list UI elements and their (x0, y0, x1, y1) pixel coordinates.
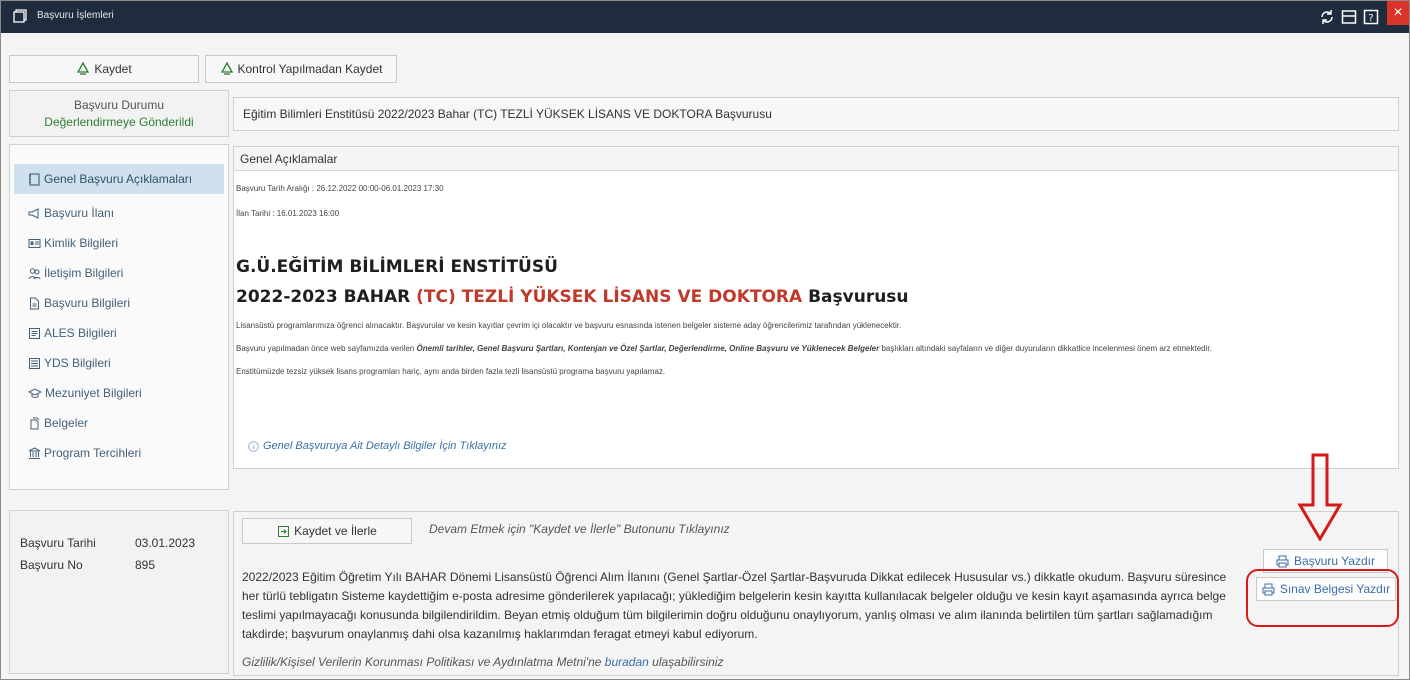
save-without-check-label: Kontrol Yapılmadan Kaydet (237, 62, 383, 76)
detail-info-link-label: Genel Başvuruya Ait Detaylı Bilgiler İçi… (263, 440, 507, 452)
sidebar-item-kimlik-bilgileri[interactable]: Kimlik Bilgileri (10, 228, 228, 258)
sidebar-item-label: Başvuru İlanı (44, 206, 115, 220)
application-no-value: 895 (135, 558, 156, 572)
save-and-continue-button[interactable]: Kaydet ve İlerle (242, 518, 412, 544)
title-bar: Başvuru İşlemleri ? × (1, 1, 1409, 33)
save-next-icon (278, 525, 290, 537)
status-value: Değerlendirmeye Gönderildi (44, 115, 194, 129)
document-icon (30, 297, 39, 309)
page-title: Eğitim Bilimleri Enstitüsü 2022/2023 Bah… (233, 97, 1399, 131)
sidebar-nav: Genel Başvuru Açıklamaları Başvuru İlanı… (9, 144, 229, 490)
sidebar-item-label: ALES Bilgileri (44, 326, 117, 340)
application-no-label: Başvuru No (20, 558, 83, 572)
sidebar-item-label: Başvuru Bilgileri (44, 296, 131, 310)
printer-icon (1276, 555, 1289, 567)
save-button[interactable]: Kaydet (9, 55, 199, 83)
application-date-value: 03.01.2023 (135, 536, 196, 550)
sidebar-item-genel-basvuru-aciklamalari[interactable]: Genel Başvuru Açıklamaları (14, 164, 224, 194)
program-heading-part2: (TC) TEZLİ YÜKSEK LİSANS VE DOKTORA (416, 287, 803, 307)
sidebar-item-label: Belgeler (44, 416, 89, 430)
privacy-link[interactable]: buradan (605, 655, 649, 669)
application-date-label: Başvuru Tarihi (20, 536, 96, 550)
sidebar-item-ales-bilgileri[interactable]: ALES Bilgileri (10, 318, 228, 348)
application-date-row: Başvuru Tarihi 03.01.2023 (20, 536, 220, 550)
program-heading-part1: 2022-2023 BAHAR (236, 287, 417, 307)
sidebar-item-basvuru-ilani[interactable]: Başvuru İlanı (10, 198, 228, 228)
annotation-highlight (1246, 569, 1399, 627)
status-title: Başvuru Durumu (73, 98, 165, 112)
sidebar-item-label: Program Tercihleri (44, 446, 142, 460)
megaphone-icon (28, 207, 39, 219)
program-heading: 2022-2023 BAHAR (TC) TEZLİ YÜKSEK LİSANS… (236, 287, 909, 307)
notebook-icon (29, 173, 40, 185)
window-icon (13, 9, 27, 23)
sidebar-item-label: YDS Bilgileri (44, 356, 111, 370)
info-icon (248, 440, 259, 452)
declaration-text: 2022/2023 Eğitim Öğretim Yılı BAHAR Döne… (242, 570, 1227, 641)
sidebar-item-iletisim-bilgileri[interactable]: İletişim Bilgileri (10, 258, 228, 288)
save-and-continue-label: Kaydet ve İlerle (294, 524, 377, 538)
institution-icon (28, 446, 41, 459)
form-icon (29, 327, 40, 339)
sidebar-item-mezuniyet-bilgileri[interactable]: Mezuniyet Bilgileri (10, 378, 228, 408)
program-heading-part3: Başvurusu (802, 287, 909, 307)
confirmation-panel: Kaydet ve İlerle Devam Etmek için "Kayde… (233, 511, 1399, 676)
application-info-box: Başvuru Tarihi 03.01.2023 Başvuru No 895 (9, 510, 229, 674)
panel-header: Genel Açıklamalar (234, 147, 1398, 171)
sidebar-item-basvuru-bilgileri[interactable]: Başvuru Bilgileri (10, 288, 228, 318)
general-descriptions-panel: Genel Açıklamalar Başvuru Tarih Aralığı … (233, 146, 1399, 469)
sidebar-item-label: Mezuniyet Bilgileri (45, 386, 142, 400)
list-icon (29, 357, 40, 369)
application-no-row: Başvuru No 895 (20, 558, 220, 572)
privacy-text: Gizlilik/Kişisel Verilerin Korunması Pol… (242, 655, 724, 669)
sidebar-item-program-tercihleri[interactable]: Program Tercihleri (10, 438, 228, 468)
application-window: Başvuru İşlemleri ? × Kaydet Kontrol Yap… (0, 0, 1410, 680)
detail-info-link[interactable]: Genel Başvuruya Ait Detaylı Bilgiler İçi… (248, 440, 507, 452)
description-line-2b: Önemli tarihler, Genel Başvuru Şartları,… (416, 344, 880, 353)
recycle-icon (220, 62, 233, 75)
announcement-date: İlan Tarihi : 16.01.2023 16:00 (236, 209, 340, 218)
sidebar-item-belgeler[interactable]: Belgeler (10, 408, 228, 438)
privacy-text-a: Gizlilik/Kişisel Verilerin Korunması Pol… (242, 655, 605, 669)
description-line-1: Lisansüstü programlarımıza öğrenci alına… (236, 321, 902, 330)
institute-heading: G.Ü.EĞİTİM BİLİMLERİ ENSTİTÜSÜ (236, 257, 558, 277)
recycle-icon (77, 62, 90, 75)
maximize-icon[interactable] (1339, 7, 1359, 27)
description-line-2: Başvuru yapılmadan önce web sayfamızda v… (236, 344, 1212, 353)
window-title: Başvuru İşlemleri (37, 10, 114, 21)
save-without-check-button[interactable]: Kontrol Yapılmadan Kaydet (205, 55, 397, 83)
save-button-label: Kaydet (94, 62, 132, 76)
description-line-2a: Başvuru yapılmadan önce web sayfamızda v… (236, 344, 417, 353)
application-date-range: Başvuru Tarih Aralığı : 26.12.2022 00:00… (236, 184, 444, 193)
help-icon[interactable]: ? (1361, 7, 1381, 27)
sidebar-item-label: İletişim Bilgileri (44, 266, 124, 280)
privacy-text-b: ulaşabilirsiniz (648, 655, 724, 669)
files-icon (30, 417, 40, 429)
id-card-icon (28, 238, 41, 248)
contacts-icon (28, 267, 41, 279)
svg-text:?: ? (1368, 13, 1373, 24)
annotation-arrow-icon (1297, 453, 1343, 541)
description-line-3: Enstitümüzde tezsiz yüksek lisans progra… (236, 367, 666, 376)
close-button[interactable]: × (1387, 1, 1409, 25)
graduation-cap-icon (28, 387, 42, 398)
description-line-2c: başlıkları altındaki sayfaların ve diğer… (879, 344, 1212, 353)
print-application-label: Başvuru Yazdır (1294, 554, 1375, 568)
sidebar-item-label: Genel Başvuru Açıklamaları (44, 172, 193, 186)
sidebar-item-label: Kimlik Bilgileri (44, 236, 119, 250)
continue-hint: Devam Etmek için "Kaydet ve İlerle" Buto… (429, 522, 730, 536)
refresh-icon[interactable] (1317, 7, 1337, 27)
sidebar-item-yds-bilgileri[interactable]: YDS Bilgileri (10, 348, 228, 378)
application-status-box: Başvuru Durumu Değerlendirmeye Gönderild… (9, 90, 229, 137)
